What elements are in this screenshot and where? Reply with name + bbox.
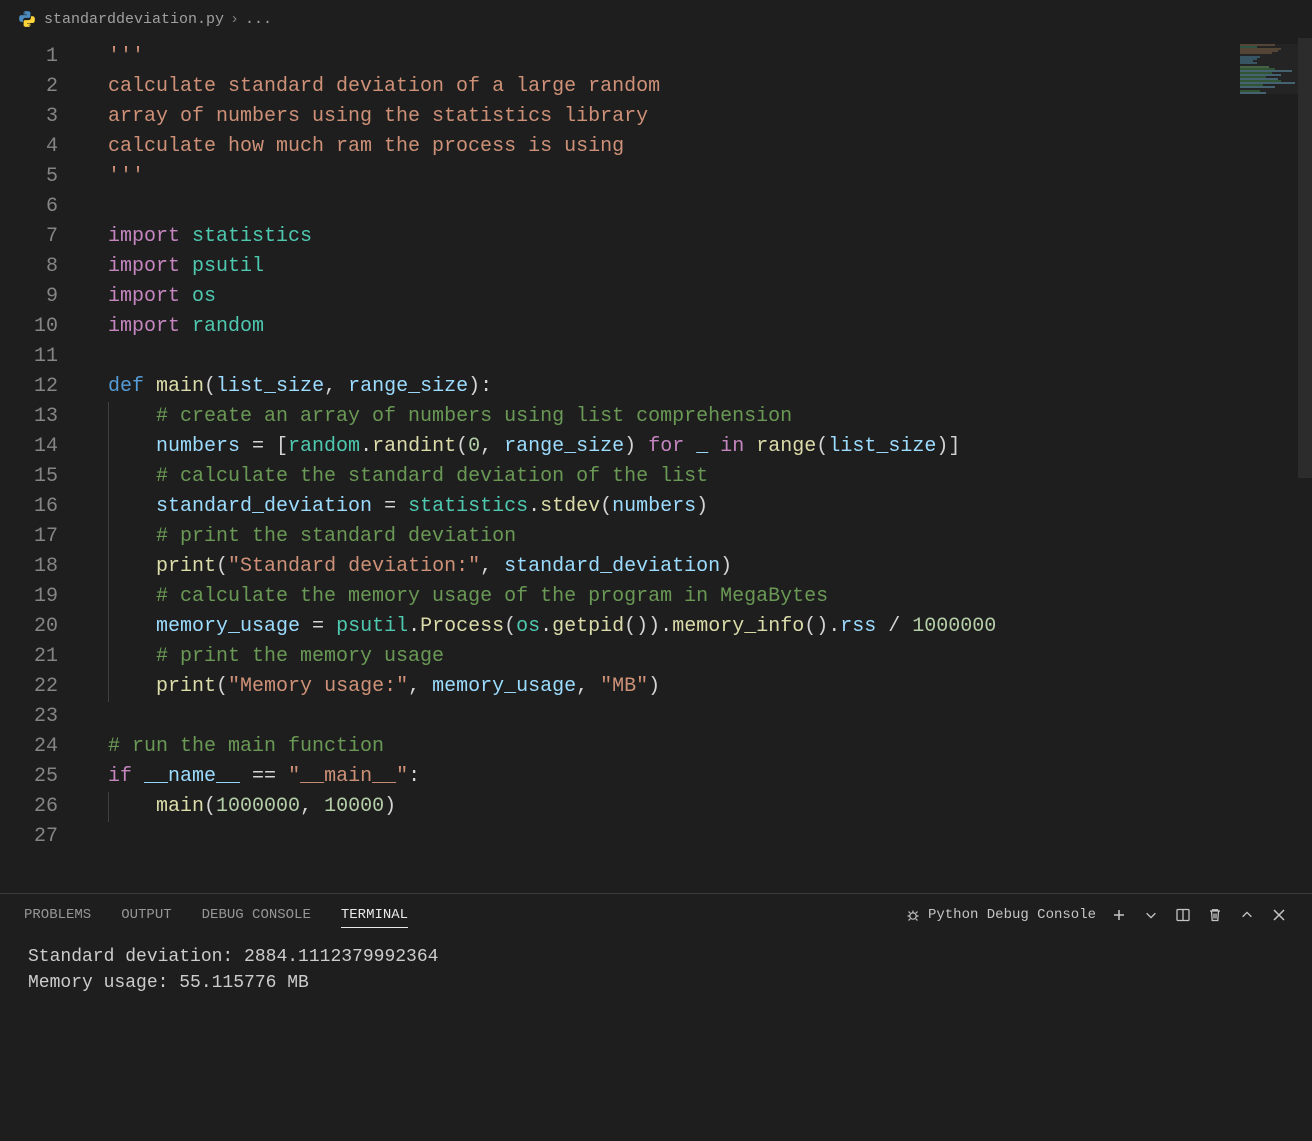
scrollbar-thumb[interactable] <box>1298 38 1312 478</box>
terminal-profile-label: Python Debug Console <box>928 907 1096 923</box>
line-number: 11 <box>0 342 82 372</box>
line-number: 21 <box>0 642 82 672</box>
code-line[interactable]: print("Standard deviation:", standard_de… <box>82 552 1312 582</box>
bug-icon <box>904 906 922 924</box>
breadcrumb-rest[interactable]: ... <box>245 11 272 28</box>
line-number: 14 <box>0 432 82 462</box>
code-line[interactable] <box>82 702 1312 732</box>
chevron-up-icon[interactable] <box>1238 906 1256 924</box>
line-number: 19 <box>0 582 82 612</box>
code-line[interactable]: print("Memory usage:", memory_usage, "MB… <box>82 672 1312 702</box>
code-line[interactable]: standard_deviation = statistics.stdev(nu… <box>82 492 1312 522</box>
line-number: 22 <box>0 672 82 702</box>
panel-tab-bar: PROBLEMS OUTPUT DEBUG CONSOLE TERMINAL P… <box>0 894 1312 936</box>
line-number: 1 <box>0 42 82 72</box>
editor[interactable]: 1234567891011121314151617181920212223242… <box>0 38 1312 893</box>
code-line[interactable]: import statistics <box>82 222 1312 252</box>
add-terminal-icon[interactable] <box>1110 906 1128 924</box>
code-line[interactable]: import random <box>82 312 1312 342</box>
bottom-panel: PROBLEMS OUTPUT DEBUG CONSOLE TERMINAL P… <box>0 893 1312 1141</box>
code-line[interactable]: if __name__ == "__main__": <box>82 762 1312 792</box>
code-line[interactable] <box>82 822 1312 852</box>
breadcrumb[interactable]: standarddeviation.py › ... <box>0 0 1312 38</box>
code-line[interactable]: numbers = [random.randint(0, range_size)… <box>82 432 1312 462</box>
close-icon[interactable] <box>1270 906 1288 924</box>
line-number: 23 <box>0 702 82 732</box>
line-number: 13 <box>0 402 82 432</box>
tab-terminal[interactable]: TERMINAL <box>341 903 408 928</box>
line-number: 24 <box>0 732 82 762</box>
code-line[interactable]: # calculate the standard deviation of th… <box>82 462 1312 492</box>
code-line[interactable]: memory_usage = psutil.Process(os.getpid(… <box>82 612 1312 642</box>
chevron-down-icon[interactable] <box>1142 906 1160 924</box>
line-number: 27 <box>0 822 82 852</box>
code-line[interactable]: main(1000000, 10000) <box>82 792 1312 822</box>
line-number: 16 <box>0 492 82 522</box>
code-area[interactable]: '''calculate standard deviation of a lar… <box>82 38 1312 893</box>
code-line[interactable]: # run the main function <box>82 732 1312 762</box>
python-file-icon <box>18 10 36 28</box>
code-line[interactable]: # print the standard deviation <box>82 522 1312 552</box>
breadcrumb-separator-icon: › <box>230 11 239 28</box>
line-number: 4 <box>0 132 82 162</box>
line-number: 26 <box>0 792 82 822</box>
line-number-gutter: 1234567891011121314151617181920212223242… <box>0 38 82 893</box>
editor-scrollbar[interactable] <box>1298 38 1312 893</box>
code-line[interactable]: def main(list_size, range_size): <box>82 372 1312 402</box>
line-number: 18 <box>0 552 82 582</box>
code-line[interactable]: import os <box>82 282 1312 312</box>
breadcrumb-filename[interactable]: standarddeviation.py <box>44 11 224 28</box>
line-number: 17 <box>0 522 82 552</box>
line-number: 12 <box>0 372 82 402</box>
line-number: 6 <box>0 192 82 222</box>
code-line[interactable]: array of numbers using the statistics li… <box>82 102 1312 132</box>
code-line[interactable]: ''' <box>82 42 1312 72</box>
split-terminal-icon[interactable] <box>1174 906 1192 924</box>
code-line[interactable]: # print the memory usage <box>82 642 1312 672</box>
code-line[interactable] <box>82 192 1312 222</box>
minimap[interactable] <box>1240 44 1298 94</box>
code-line[interactable]: import psutil <box>82 252 1312 282</box>
indent-guide <box>108 402 109 702</box>
code-line[interactable]: calculate standard deviation of a large … <box>82 72 1312 102</box>
line-number: 5 <box>0 162 82 192</box>
line-number: 7 <box>0 222 82 252</box>
code-line[interactable]: calculate how much ram the process is us… <box>82 132 1312 162</box>
code-line[interactable]: # create an array of numbers using list … <box>82 402 1312 432</box>
line-number: 3 <box>0 102 82 132</box>
tab-debug-console[interactable]: DEBUG CONSOLE <box>202 903 311 927</box>
trash-icon[interactable] <box>1206 906 1224 924</box>
line-number: 10 <box>0 312 82 342</box>
line-number: 20 <box>0 612 82 642</box>
tab-output[interactable]: OUTPUT <box>121 903 171 927</box>
line-number: 2 <box>0 72 82 102</box>
code-line[interactable] <box>82 342 1312 372</box>
line-number: 15 <box>0 462 82 492</box>
line-number: 8 <box>0 252 82 282</box>
code-line[interactable]: # calculate the memory usage of the prog… <box>82 582 1312 612</box>
line-number: 9 <box>0 282 82 312</box>
terminal-profile-selector[interactable]: Python Debug Console <box>904 906 1096 924</box>
code-line[interactable]: ''' <box>82 162 1312 192</box>
line-number: 25 <box>0 762 82 792</box>
indent-guide <box>108 792 109 822</box>
tab-problems[interactable]: PROBLEMS <box>24 903 91 927</box>
terminal-output[interactable]: Standard deviation: 2884.1112379992364 M… <box>0 936 1312 1141</box>
